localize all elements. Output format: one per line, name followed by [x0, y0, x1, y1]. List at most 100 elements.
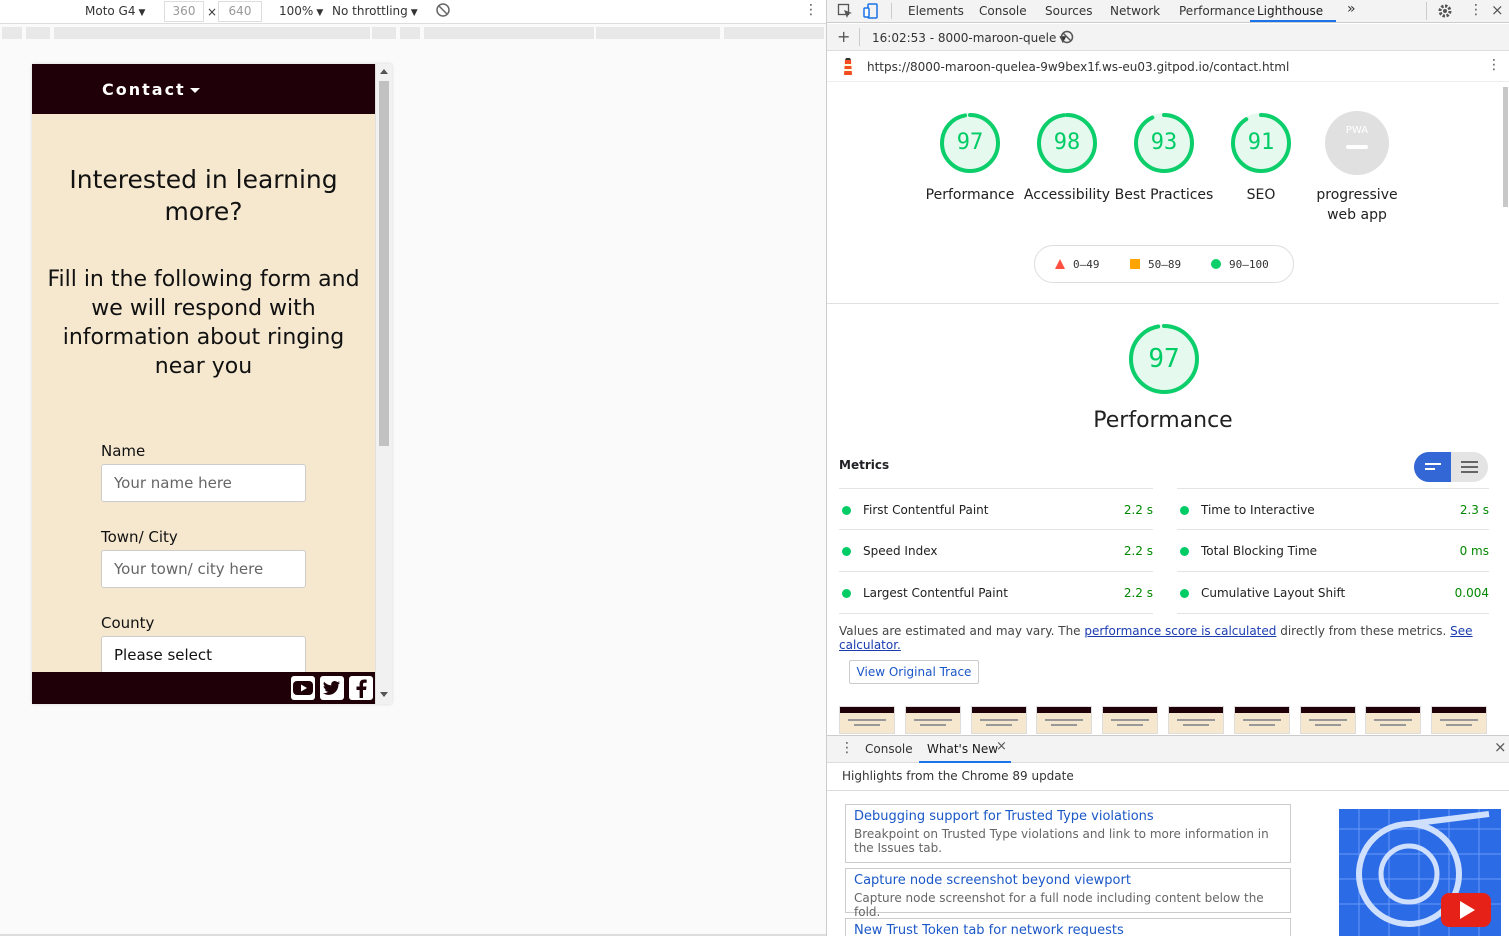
lighthouse-report: 97 Performance 98 Accessibility 93 Best Pract…: [827, 82, 1499, 734]
toolbar-divider: [859, 28, 860, 46]
town-input[interactable]: Your town/ city here: [101, 550, 306, 588]
score-gauge-performance[interactable]: 97: [938, 111, 1002, 175]
more-tabs-icon[interactable]: »: [1347, 1, 1356, 17]
score-gauge-seo[interactable]: 91: [1229, 111, 1293, 175]
toolbar-divider: [891, 3, 892, 19]
settings-gear-icon[interactable]: [1437, 3, 1453, 22]
note-text: Values are estimated and may vary. The: [839, 624, 1085, 638]
report-menu-icon[interactable]: ⋮: [1487, 57, 1501, 73]
report-select[interactable]: 16:02:53 - 8000-maroon-quele ▼: [872, 31, 1066, 45]
add-report-icon[interactable]: +: [837, 27, 850, 46]
pass-indicator-icon: [842, 547, 851, 556]
tab-performance[interactable]: Performance: [1179, 4, 1255, 18]
drawer-menu-icon[interactable]: ⋮: [840, 740, 854, 756]
feature-title[interactable]: Capture node screenshot beyond viewport: [854, 873, 1282, 889]
metric-largest-contentful-paint: Largest Contentful Paint 2.2 s: [839, 572, 1153, 614]
scroll-down-icon[interactable]: [380, 692, 388, 697]
throttling-select[interactable]: No throttling ▼: [332, 4, 418, 18]
tab-console[interactable]: Console: [979, 4, 1027, 18]
score-calculated-link[interactable]: performance score is calculated: [1084, 624, 1276, 638]
whats-new-panel: Highlights from the Chrome 89 update Deb…: [827, 764, 1509, 936]
legend-fail: 0–49: [1055, 258, 1100, 271]
filmstrip-frame: [904, 706, 961, 734]
feature-title[interactable]: New Trust Token tab for network requests: [854, 923, 1282, 936]
chevron-down-icon: ▼: [138, 8, 146, 18]
feature-card[interactable]: Debugging support for Trusted Type viola…: [845, 804, 1291, 863]
filmstrip-frame: [1102, 706, 1159, 734]
score-gauge-best-practices[interactable]: 93: [1132, 111, 1196, 175]
height-input[interactable]: 640: [218, 1, 262, 22]
lighthouse-toolbar: + 16:02:53 - 8000-maroon-quele ▼: [827, 24, 1509, 51]
scroll-thumb[interactable]: [379, 81, 389, 446]
legend-average-label: 50–89: [1148, 258, 1182, 271]
device-name: Moto G4: [85, 4, 136, 18]
pass-indicator-icon: [842, 589, 851, 598]
phone-viewport: Contact Interested in learning more? Fil…: [32, 64, 392, 704]
feature-title[interactable]: Debugging support for Trusted Type viola…: [854, 809, 1282, 825]
score-gauge-accessibility[interactable]: 98: [1035, 111, 1099, 175]
feature-card[interactable]: Capture node screenshot beyond viewport …: [845, 868, 1291, 919]
drawer-tab-console[interactable]: Console: [865, 742, 913, 756]
nav-dropdown[interactable]: Contact: [102, 80, 200, 99]
tab-lighthouse[interactable]: Lighthouse: [1257, 4, 1323, 18]
view-original-trace-button[interactable]: View Original Trace: [849, 660, 979, 684]
metrics-title: Metrics: [839, 458, 890, 472]
report-scrollbar[interactable]: [1501, 82, 1509, 734]
county-select[interactable]: Please select: [101, 636, 306, 674]
name-input[interactable]: Your name here: [101, 464, 306, 502]
metric-name: Largest Contentful Paint: [863, 586, 1008, 600]
pass-indicator-icon: [842, 506, 851, 515]
width-input[interactable]: 360: [164, 1, 204, 22]
device-select[interactable]: Moto G4 ▼: [85, 4, 145, 18]
filmstrip: [839, 706, 1488, 734]
phone-scrollbar[interactable]: [375, 64, 392, 704]
expanded-view-button[interactable]: [1451, 452, 1488, 482]
compact-view-button[interactable]: [1414, 452, 1451, 482]
gauge-score: 93: [1150, 130, 1178, 155]
twitter-icon[interactable]: [320, 676, 344, 700]
feature-card[interactable]: New Trust Token tab for network requests: [845, 918, 1291, 936]
report-select-value: 16:02:53 - 8000-maroon-quele: [872, 31, 1057, 45]
metrics-view-toggle[interactable]: [1414, 452, 1488, 482]
scroll-up-icon[interactable]: [380, 69, 388, 74]
metric-cumulative-layout-shift: Cumulative Layout Shift 0.004: [1177, 572, 1489, 614]
more-options-icon[interactable]: ⋮: [1469, 2, 1483, 18]
main-score: 97: [1148, 344, 1180, 374]
active-tab-indicator: [919, 761, 1011, 763]
device-toolbar: Moto G4 ▼ 360 × 640 100% ▼ No throttling ▼ …: [0, 0, 826, 24]
whats-new-video-thumbnail[interactable]: [1339, 809, 1501, 936]
rotate-icon[interactable]: [435, 2, 451, 21]
inspect-icon[interactable]: [837, 3, 853, 22]
caret-down-icon: [189, 88, 200, 93]
youtube-icon[interactable]: [291, 676, 315, 700]
tab-network[interactable]: Network: [1110, 4, 1160, 18]
report-url[interactable]: https://8000-maroon-quelea-9w9bex1f.ws-e…: [867, 60, 1289, 74]
device-toggle-icon[interactable]: [863, 3, 879, 22]
zoom-select[interactable]: 100% ▼: [279, 4, 323, 18]
close-devtools-icon[interactable]: ×: [1491, 1, 1504, 19]
metric-value: 0.004: [1454, 586, 1489, 600]
more-options-icon[interactable]: ⋮: [804, 2, 818, 18]
filmstrip-frame: [970, 706, 1027, 734]
clear-all-icon[interactable]: [1060, 30, 1074, 47]
whats-new-header: Highlights from the Chrome 89 update: [842, 769, 1074, 783]
pwa-gauge[interactable]: PWA: [1325, 111, 1389, 175]
metric-first-contentful-paint: First Contentful Paint 2.2 s: [839, 488, 1153, 530]
zoom-value: 100%: [279, 4, 314, 18]
tab-elements[interactable]: Elements: [908, 4, 964, 18]
pwa-badge: PWA: [1346, 125, 1368, 136]
toolbar-divider: [1426, 2, 1427, 20]
media-query-bar[interactable]: [0, 25, 826, 42]
score-legend: 0–49 50–89 90–100: [1034, 245, 1294, 283]
facebook-icon[interactable]: [349, 676, 373, 700]
legend-pass: 90–100: [1211, 258, 1269, 271]
close-drawer-icon[interactable]: ×: [1494, 738, 1507, 756]
close-tab-icon[interactable]: ×: [996, 739, 1007, 754]
tab-sources[interactable]: Sources: [1045, 4, 1092, 18]
throttling-value: No throttling: [332, 4, 408, 18]
legend-fail-label: 0–49: [1073, 258, 1100, 271]
drawer-tab-whats-new[interactable]: What's New: [927, 742, 998, 756]
scroll-thumb[interactable]: [1503, 87, 1508, 207]
town-label: Town/ City: [101, 528, 178, 546]
metric-value: 2.2 s: [1123, 544, 1153, 558]
